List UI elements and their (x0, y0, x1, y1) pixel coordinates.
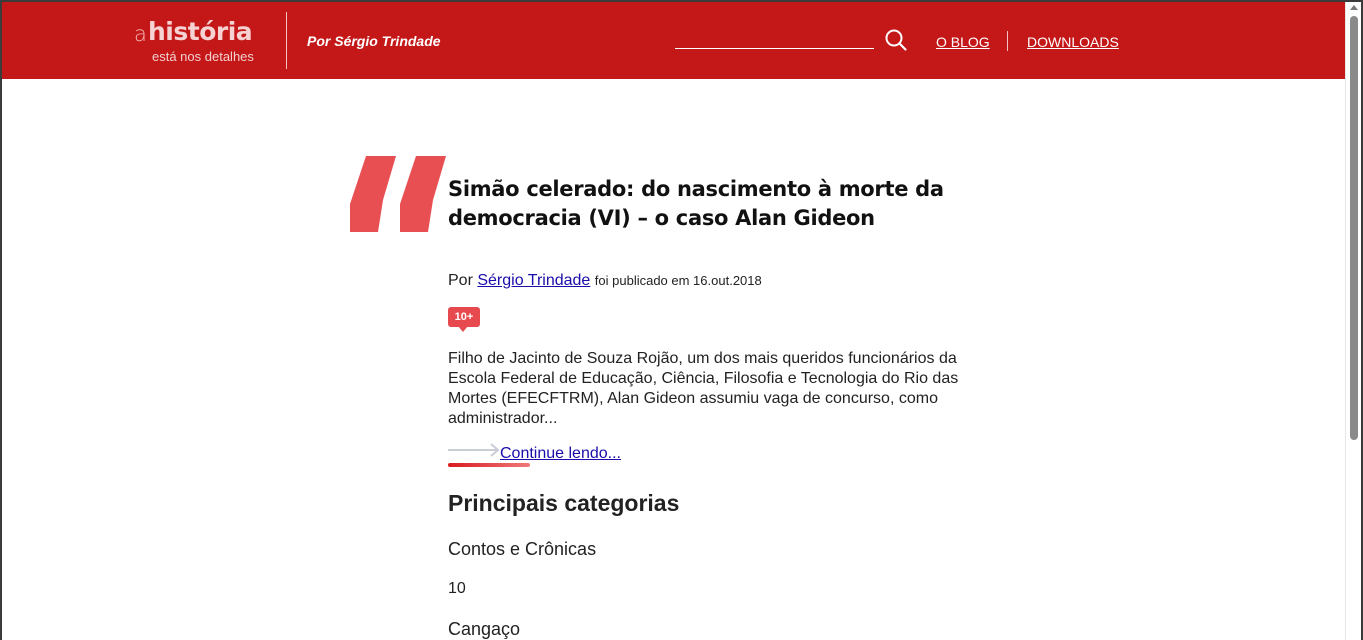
search-icon[interactable] (884, 28, 908, 52)
arrow-right-icon (448, 443, 500, 457)
author-link[interactable]: Sérgio Trindade (477, 272, 590, 289)
meta-prefix: Por (448, 272, 473, 289)
header-divider (286, 12, 287, 69)
article-meta: Por Sérgio Trindade foi publicado em 16.… (448, 272, 762, 290)
comments-badge-tail (458, 326, 468, 332)
search-input[interactable] (675, 31, 874, 49)
category-item[interactable]: Cangaço (448, 619, 520, 640)
scroll-up-icon[interactable] (1350, 5, 1358, 10)
category-count: 10 (448, 580, 466, 597)
comments-badge[interactable]: 10+ (448, 307, 480, 327)
header-byline: Por Sérgio Trindade (307, 33, 441, 49)
scrollbar[interactable] (1345, 2, 1361, 640)
continue-underline (448, 463, 530, 467)
categories-heading: Principais categorias (448, 490, 680, 516)
nav-divider (1007, 31, 1008, 51)
article-excerpt: Filho de Jacinto de Souza Rojão, um dos … (448, 350, 959, 427)
nav-link-downloads[interactable]: DOWNLOADS (1027, 34, 1119, 50)
site-header: a história está nos detalhes Por Sérgio … (2, 2, 1345, 79)
quote-mark-icon (350, 156, 446, 232)
article-title[interactable]: Simão celerado: do nascimento à morte da… (448, 175, 968, 233)
logo-prefix: a (134, 22, 147, 46)
publish-date: foi publicado em 16.out.2018 (594, 273, 762, 288)
scrollbar-thumb[interactable] (1350, 16, 1358, 440)
nav-link-blog[interactable]: O BLOG (936, 34, 990, 50)
logo-tagline: está nos detalhes (152, 49, 254, 64)
continue-reading-link[interactable]: Continue lendo... (500, 445, 621, 463)
category-item[interactable]: Contos e Crônicas (448, 539, 596, 560)
browser-viewport: a história está nos detalhes Por Sérgio … (2, 2, 1345, 640)
logo-word: história (148, 17, 253, 46)
